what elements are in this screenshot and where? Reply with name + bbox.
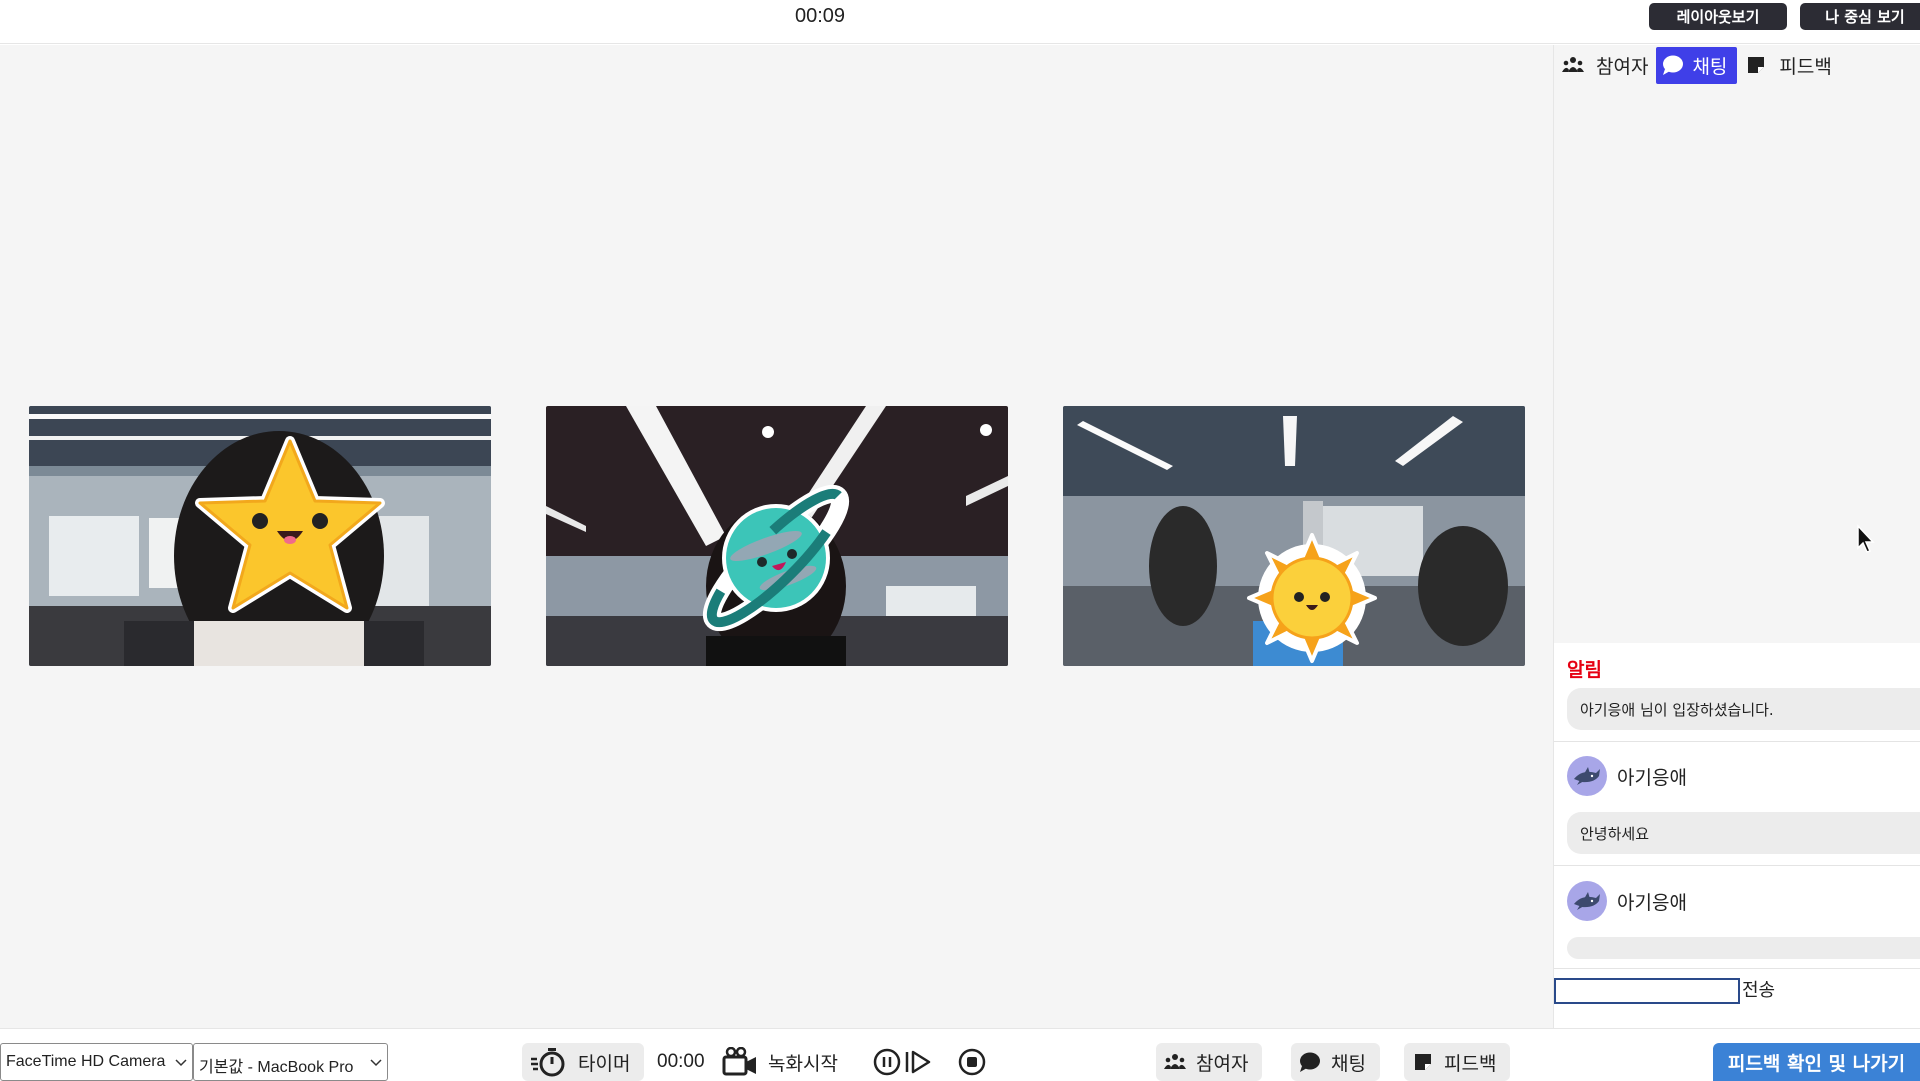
stop-record-button[interactable] [958, 1043, 986, 1081]
feedback-icon [1412, 1051, 1434, 1073]
tab-chat-label: 채팅 [1692, 55, 1728, 78]
participants-button-label: 참여자 [1196, 1052, 1249, 1075]
mic-select[interactable]: 기본값 - MacBook Pro [193, 1043, 388, 1081]
chevron-down-icon [175, 1059, 187, 1067]
tab-participants[interactable]: 참여자 [1554, 47, 1656, 84]
message-sender: 아기응애 [1617, 766, 1687, 789]
side-tabs: 참여자 채팅 피드백 [1554, 45, 1840, 85]
play-icon [905, 1050, 931, 1074]
chat-panel: 알림 아기응애 님이 입장하셨습니다. 아기응애 안녕하세요 아기응애 전송 [1554, 643, 1920, 1028]
chat-button-label: 채팅 [1331, 1052, 1366, 1075]
video-camera-icon [722, 1047, 758, 1077]
stop-icon [958, 1048, 986, 1076]
star-sticker [195, 436, 385, 613]
video-tile-2 [546, 406, 1008, 666]
chat-icon [1662, 54, 1684, 76]
avatar [1567, 881, 1607, 921]
message-bubble: 안녕하세요 [1567, 812, 1920, 854]
pause-button[interactable] [873, 1043, 901, 1081]
timer-button[interactable]: 타이머 [522, 1043, 645, 1081]
bottom-bar: FaceTime HD Camera 기본값 - MacBook Pro 타이머… [0, 1028, 1920, 1081]
tab-chat[interactable]: 채팅 [1656, 46, 1738, 84]
video-stage [0, 45, 1553, 1028]
layout-view-button[interactable]: 레이아웃보기 [1649, 3, 1787, 30]
message-bubble [1567, 937, 1920, 959]
record-start-label: 녹화시작 [768, 1052, 838, 1075]
message-header: 아기응애 [1567, 880, 1687, 922]
participants-icon [1164, 1051, 1186, 1073]
top-bar: 00:09 레이아웃보기 나 중심 보기 [0, 0, 1920, 44]
timer-label: 타이머 [578, 1052, 631, 1075]
camera-select-value: FaceTime HD Camera [6, 1053, 166, 1070]
elapsed-timer: 00:09 [795, 5, 846, 27]
tab-feedback-label: 피드백 [1779, 55, 1832, 78]
chat-button[interactable]: 채팅 [1291, 1043, 1380, 1081]
divider [1554, 865, 1920, 866]
planet-sticker [702, 484, 850, 632]
tab-feedback[interactable]: 피드백 [1737, 47, 1839, 84]
feedback-exit-button[interactable]: 피드백 확인 및 나가기 [1713, 1043, 1920, 1081]
avatar [1567, 756, 1607, 796]
sun-sticker [1247, 533, 1377, 663]
notice-bubble: 아기응애 님이 입장하셨습니다. [1567, 688, 1920, 730]
chat-input[interactable] [1554, 978, 1740, 1004]
video-tile-3 [1063, 406, 1525, 666]
pause-icon [873, 1048, 901, 1076]
chevron-down-icon [370, 1059, 382, 1067]
chat-icon [1299, 1051, 1321, 1073]
mouse-cursor-icon [1857, 524, 1875, 553]
feedback-button[interactable]: 피드백 [1404, 1043, 1511, 1081]
feedback-button-label: 피드백 [1444, 1052, 1497, 1075]
divider [1554, 968, 1920, 969]
notice-title: 알림 [1567, 659, 1602, 681]
record-start-button[interactable]: 녹화시작 [722, 1043, 838, 1081]
tab-participants-label: 참여자 [1596, 55, 1649, 78]
resume-button[interactable] [904, 1043, 932, 1081]
feedback-icon [1745, 54, 1767, 76]
message-sender: 아기응애 [1617, 891, 1687, 914]
send-button[interactable]: 전송 [1742, 976, 1775, 1002]
stopwatch-icon [530, 1047, 568, 1077]
participants-button[interactable]: 참여자 [1156, 1043, 1263, 1081]
record-time: 00:00 [657, 1051, 705, 1072]
message-header: 아기응애 [1567, 755, 1687, 797]
mic-select-value: 기본값 - MacBook Pro [199, 1059, 354, 1076]
video-tile-1 [29, 406, 491, 666]
divider [1554, 741, 1920, 742]
camera-select[interactable]: FaceTime HD Camera [0, 1043, 193, 1081]
participants-icon [1562, 54, 1584, 76]
self-view-button[interactable]: 나 중심 보기 [1800, 3, 1920, 30]
